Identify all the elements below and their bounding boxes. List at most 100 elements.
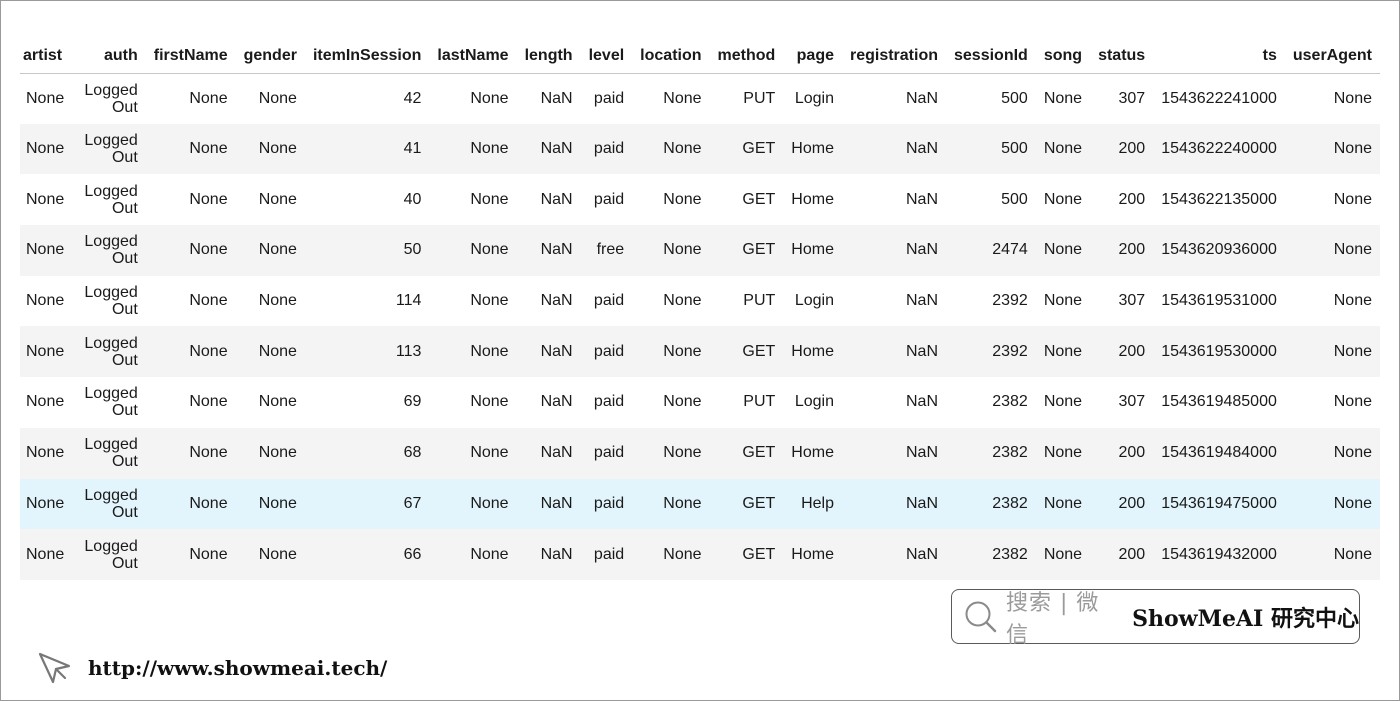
magnifier-icon (965, 601, 997, 632)
table-cell-gender: None (258, 190, 297, 208)
table-cell-level: paid (593, 140, 625, 158)
table-cell-firstName: None (189, 342, 228, 360)
table-cell-itemInSession: 114 (395, 292, 422, 310)
table-cell-userAgent: None (1333, 190, 1372, 208)
table-cell-level: paid (593, 190, 625, 208)
table-cell-itemInSession: 42 (403, 89, 422, 107)
table-cell-page: Home (791, 342, 834, 360)
footer-url-link[interactable]: http://www.showmeai.tech/ (88, 656, 387, 680)
table-cell-sessionId: 2382 (992, 444, 1028, 462)
table-cell-gender: None (258, 393, 297, 411)
table-cell-ts: 1543619531000 (1161, 292, 1277, 310)
table-cell-status: 200 (1118, 140, 1146, 158)
table-cell-song: None (1043, 241, 1083, 259)
table-cell-length: NaN (540, 393, 573, 411)
table-cell-lastName: None (470, 393, 509, 411)
table-cell-page: Home (791, 241, 834, 259)
table-cell-method: PUT (743, 89, 776, 107)
table-cell-ts: 1543619485000 (1161, 393, 1277, 411)
table-cell-artist: None (26, 292, 65, 310)
table-cell-gender: None (258, 444, 297, 462)
table-cell-artist: None (26, 393, 65, 411)
table-cell-level: paid (593, 393, 625, 411)
table-cell-sessionId: 2392 (992, 342, 1028, 360)
table-cell-location: None (663, 190, 702, 208)
table-cell-userAgent: None (1333, 89, 1372, 107)
table-cell-firstName: None (189, 292, 228, 310)
dataframe-table: artist auth firstName gender itemInSession la… (20, 40, 1380, 580)
table-cell-lastName: None (470, 190, 509, 208)
table-cell-location: None (663, 241, 702, 259)
column-header-gender: gender (235, 40, 305, 74)
table-row: None Logged Out None None 68 None NaN paid None G… (20, 427, 1380, 479)
column-header-page: page (783, 40, 842, 74)
table-cell-method: GET (742, 444, 776, 462)
table-header: artist auth firstName gender itemInSession la… (20, 40, 1380, 74)
table-cell-ts: 1543622135000 (1161, 190, 1277, 208)
table-cell-song: None (1043, 545, 1083, 563)
table-cell-userAgent: None (1333, 241, 1372, 259)
table-cell-length: NaN (540, 190, 573, 208)
table-cell-artist: None (26, 241, 65, 259)
table-cell-lastName: None (470, 292, 509, 310)
table-cell-sessionId: 500 (1001, 89, 1028, 107)
table-cell-length: NaN (540, 89, 573, 107)
table-cell-location: None (663, 342, 702, 360)
table-cell-level: free (596, 241, 625, 259)
table-cell-firstName: None (189, 444, 228, 462)
table-cell-status: 200 (1118, 241, 1146, 259)
table-cell-location: None (663, 545, 702, 563)
table-cell-artist: None (26, 444, 65, 462)
table-cell-method: PUT (743, 393, 776, 411)
table-cell-length: NaN (540, 494, 573, 512)
table-cell-location: None (663, 393, 702, 411)
table-cell-firstName: None (189, 393, 228, 411)
table-cell-userAgent: None (1333, 393, 1372, 411)
table-cell-firstName: None (189, 140, 228, 158)
table-cell-auth: Logged Out (84, 537, 138, 572)
table-cell-firstName: None (189, 494, 228, 512)
table-cell-method: PUT (743, 292, 776, 310)
table-row: None Logged Out None None 67 None NaN paid None G… (20, 478, 1380, 530)
table-cell-sessionId: 500 (1001, 190, 1028, 208)
table-cell-level: paid (593, 89, 625, 107)
table-cell-userAgent: None (1333, 342, 1372, 360)
table-cell-userAgent: None (1333, 545, 1372, 563)
table-cell-registration: NaN (905, 292, 938, 310)
table-cell-gender: None (258, 292, 297, 310)
table-cell-method: GET (742, 241, 776, 259)
table-row: None Logged Out None None 69 None NaN paid None P… (20, 377, 1380, 428)
table-cell-level: paid (593, 292, 625, 310)
table-cell-status: 307 (1118, 393, 1146, 411)
table-cell-level: paid (593, 342, 625, 360)
table-cell-ts: 1543619475000 (1161, 494, 1277, 512)
table-cell-length: NaN (540, 241, 573, 259)
column-header-artist: artist (20, 40, 73, 74)
table-cell-lastName: None (470, 494, 509, 512)
table-cell-ts: 1543619530000 (1161, 342, 1277, 360)
table-cell-userAgent: None (1333, 140, 1372, 158)
column-header-length: length (516, 40, 581, 74)
table-cell-itemInSession: 68 (403, 444, 422, 462)
table-row: None Logged Out None None 114 None NaN paid None… (20, 276, 1380, 327)
table-cell-auth: Logged Out (84, 182, 138, 217)
table-cell-location: None (663, 89, 702, 107)
table-cell-itemInSession: 113 (395, 342, 422, 360)
table-cell-firstName: None (189, 190, 228, 208)
table-cell-auth: Logged Out (84, 436, 138, 471)
table-cell-itemInSession: 69 (403, 393, 422, 411)
table-row: None Logged Out None None 40 None NaN paid None G… (20, 174, 1380, 225)
table-cell-gender: None (258, 342, 297, 360)
table-cell-auth: Logged Out (84, 385, 138, 420)
table-cell-song: None (1043, 393, 1083, 411)
table-cell-itemInSession: 67 (403, 494, 422, 512)
table-cell-userAgent: None (1333, 494, 1372, 512)
table-cell-page: Help (801, 494, 834, 512)
table-cell-song: None (1043, 190, 1083, 208)
table-cell-gender: None (258, 494, 297, 512)
table-cell-page: Login (794, 292, 834, 310)
column-header-song: song (1035, 40, 1091, 74)
brand-search-text: 搜索 | 微信 (1006, 590, 1100, 648)
table-cell-method: GET (742, 190, 776, 208)
table-cell-lastName: None (470, 89, 509, 107)
